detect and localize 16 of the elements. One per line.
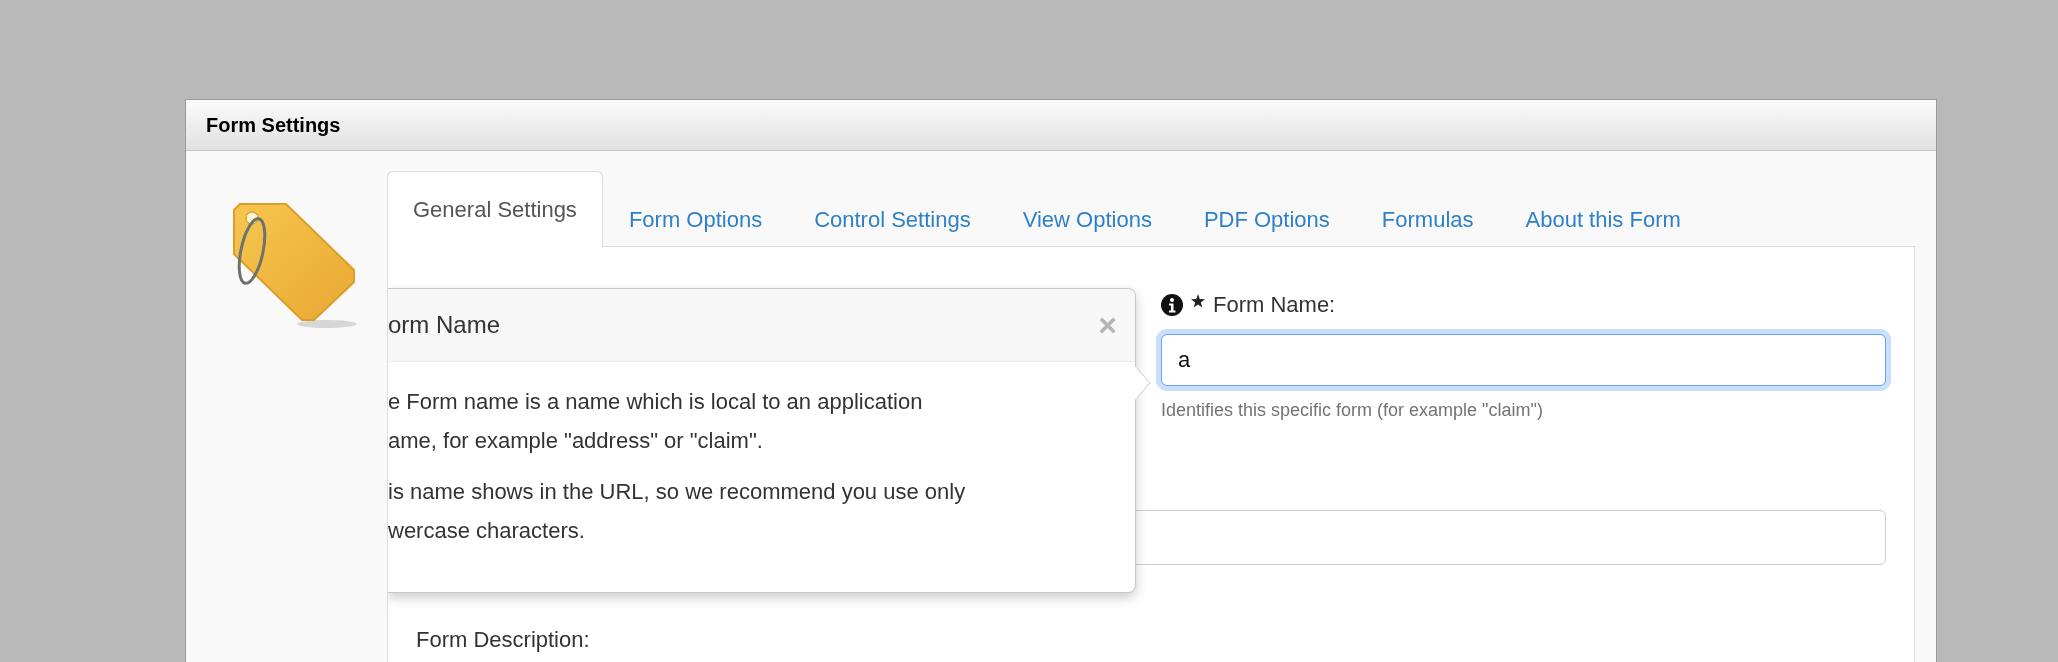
field-hint: Identifies this specific form (for example "claim")	[1161, 400, 1544, 421]
field-label: Form Description:	[416, 627, 591, 653]
field-label: Form Name:	[1213, 292, 1336, 318]
info-icon[interactable]	[1161, 294, 1183, 316]
tab[interactable]: Formulas	[1355, 191, 1500, 247]
popover-text: is name shows in the URL, so we recommend you use only wercase characters.	[388, 478, 967, 545]
tab[interactable]: About this Form	[1499, 191, 1707, 247]
popover-text: e Form name is a name which is local to an application ame, for example "address" or "claim".	[388, 388, 924, 455]
tab[interactable]: View Options	[996, 191, 1178, 247]
popover-title: orm Name	[388, 311, 501, 339]
form-name-field[interactable]: a	[1161, 334, 1886, 386]
tab[interactable]: Control Settings	[788, 191, 997, 247]
tab[interactable]: PDF Options	[1177, 191, 1356, 247]
tab[interactable]: General Settings	[387, 171, 603, 247]
window-title: Form Settings	[206, 113, 341, 137]
tab[interactable]: Form Options	[602, 191, 789, 247]
